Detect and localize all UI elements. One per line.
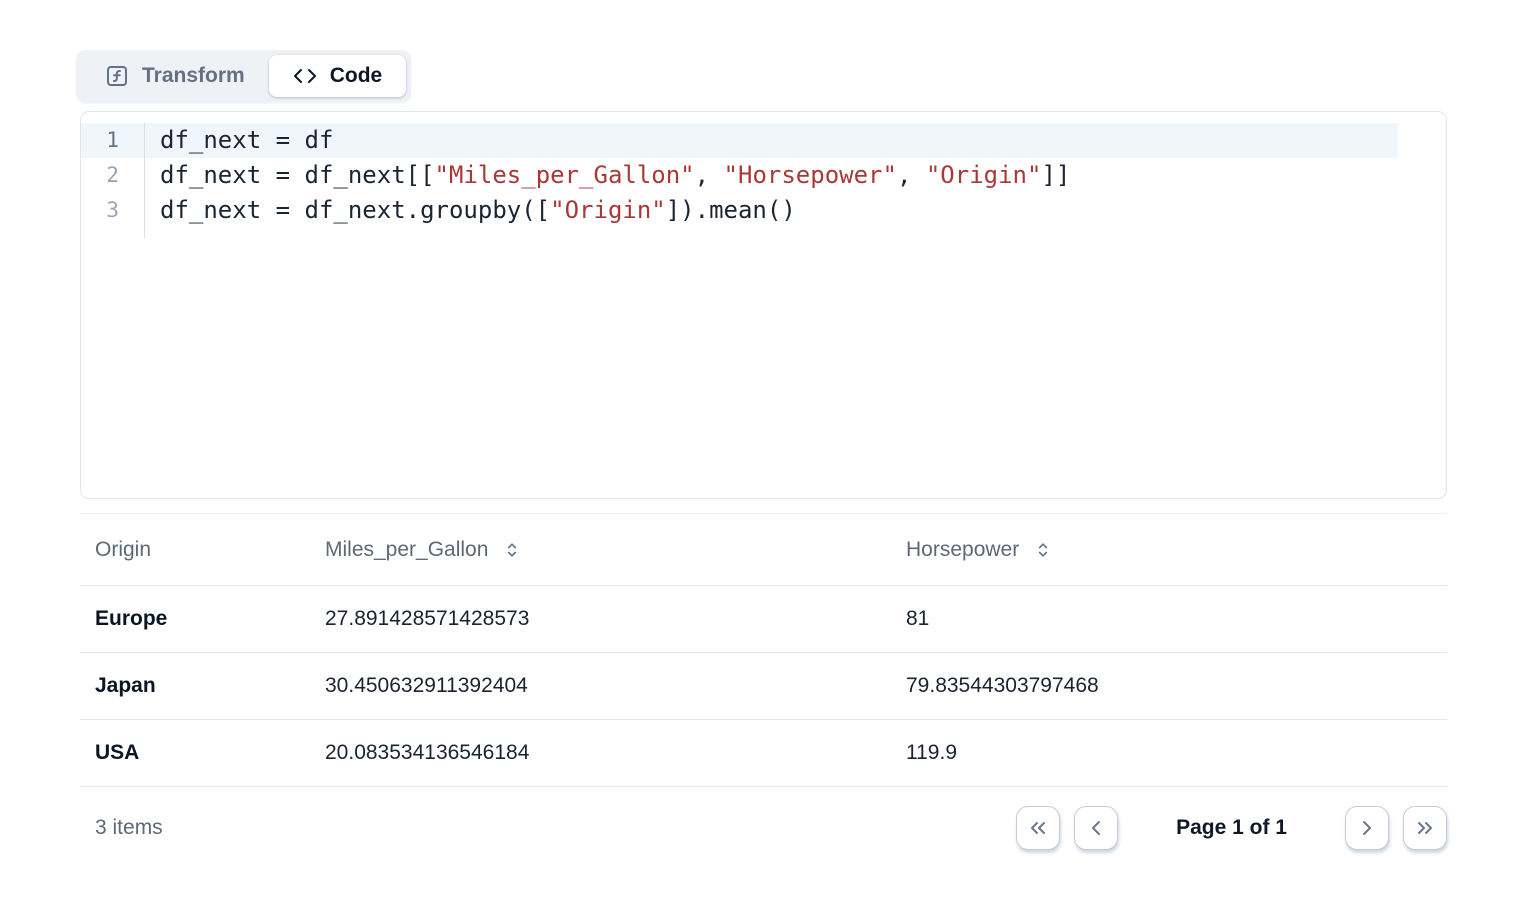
- chevrons-right-icon: [1413, 816, 1437, 840]
- pagination-controls: Page 1 of 1: [1016, 806, 1447, 850]
- table-cell-origin: USA: [80, 741, 325, 765]
- table-cell-miles_per_gallon: 27.891428571428573: [325, 607, 906, 631]
- column-header-label: Miles_per_Gallon: [325, 538, 488, 562]
- code-line-text: df_next = df_next.groupby(["Origin"]).me…: [145, 193, 796, 228]
- tab-transform[interactable]: Transform: [81, 55, 269, 97]
- line-number: 3: [81, 193, 145, 228]
- result-table: OriginMiles_per_GallonHorsepower Europe2…: [80, 513, 1447, 787]
- chevron-left-icon: [1084, 816, 1108, 840]
- line-number: 1: [81, 123, 145, 158]
- column-header-label: Horsepower: [906, 538, 1019, 562]
- tab-code-label: Code: [330, 64, 383, 88]
- chevron-right-icon: [1355, 816, 1379, 840]
- sort-up-down-icon: [1033, 540, 1053, 560]
- view-toggle-tabbar: Transform Code: [76, 50, 411, 102]
- code-line[interactable]: 1df_next = df: [81, 123, 1398, 158]
- table-header-row: Origin Miles_per_Gallon Horsepower: [80, 514, 1447, 586]
- previous-page-button[interactable]: [1074, 806, 1118, 850]
- table-cell-miles_per_gallon: 20.083534136546184: [325, 741, 906, 765]
- next-page-button[interactable]: [1345, 806, 1389, 850]
- code-line-text: df_next = df: [145, 123, 333, 158]
- code-line-text: df_next = df_next[["Miles_per_Gallon", "…: [145, 158, 1070, 193]
- code-line[interactable]: 3df_next = df_next.groupby(["Origin"]).m…: [81, 193, 1398, 228]
- table-body: Europe27.89142857142857381Japan30.450632…: [80, 586, 1447, 787]
- column-header-label: Origin: [95, 538, 151, 562]
- sort-up-down-icon: [502, 540, 522, 560]
- code-icon: [293, 64, 317, 88]
- table-row[interactable]: USA20.083534136546184119.9: [80, 720, 1447, 787]
- table-cell-horsepower: 81: [906, 607, 1447, 631]
- gutter-spacer: [81, 228, 1398, 238]
- column-header-horsepower[interactable]: Horsepower: [906, 538, 1447, 562]
- app-window: Transform Code 1df_next = df2df_next = d…: [0, 0, 1516, 918]
- chevrons-left-icon: [1026, 816, 1050, 840]
- first-page-button[interactable]: [1016, 806, 1060, 850]
- column-header-miles_per_gallon[interactable]: Miles_per_Gallon: [325, 538, 906, 562]
- last-page-button[interactable]: [1403, 806, 1447, 850]
- table-cell-origin: Japan: [80, 674, 325, 698]
- code-editor[interactable]: 1df_next = df2df_next = df_next[["Miles_…: [80, 111, 1447, 499]
- line-number: 2: [81, 158, 145, 193]
- tab-code[interactable]: Code: [269, 55, 407, 97]
- code-line[interactable]: 2df_next = df_next[["Miles_per_Gallon", …: [81, 158, 1398, 193]
- table-cell-origin: Europe: [80, 607, 325, 631]
- column-header-origin[interactable]: Origin: [80, 538, 325, 562]
- items-count: 3 items: [80, 816, 163, 840]
- table-cell-horsepower: 79.83544303797468: [906, 674, 1447, 698]
- page-indicator: Page 1 of 1: [1176, 816, 1287, 840]
- table-cell-horsepower: 119.9: [906, 741, 1447, 765]
- table-row[interactable]: Europe27.89142857142857381: [80, 586, 1447, 653]
- table-footer: 3 items Page 1 of 1: [80, 788, 1447, 868]
- table-cell-miles_per_gallon: 30.450632911392404: [325, 674, 906, 698]
- table-row[interactable]: Japan30.45063291139240479.83544303797468: [80, 653, 1447, 720]
- tab-transform-label: Transform: [142, 64, 245, 88]
- function-square-icon: [105, 64, 129, 88]
